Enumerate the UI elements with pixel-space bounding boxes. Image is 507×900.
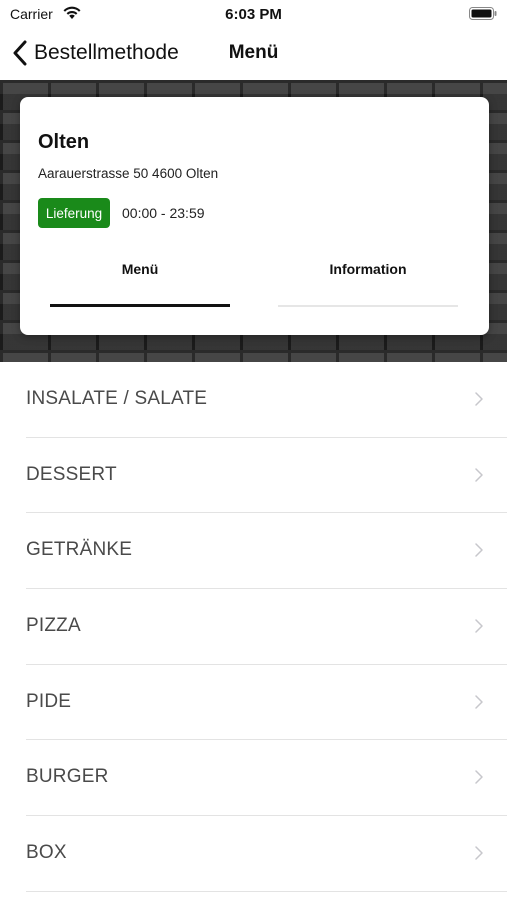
- tab-menu-label: Menü: [121, 261, 159, 277]
- navigation-bar: Bestellmethode Menü: [0, 28, 507, 80]
- chevron-right-icon: [475, 467, 483, 482]
- category-row-pizza[interactable]: PIZZA: [26, 589, 507, 665]
- category-row-salate[interactable]: INSALATE / SALATE: [26, 362, 507, 438]
- category-label: INSALATE / SALATE: [26, 388, 208, 409]
- tab-menu-indicator: [50, 304, 230, 307]
- status-bar: Carrier 6:03 PM: [0, 0, 507, 28]
- store-address: Aarauerstrasse 50 4600 Olten: [38, 166, 219, 181]
- category-label: BURGER: [26, 766, 109, 788]
- page-title: Menü: [228, 42, 279, 63]
- category-row-dessert[interactable]: DESSERT: [26, 438, 507, 514]
- category-row-burger[interactable]: BURGER: [26, 740, 507, 817]
- category-label: GETRÄNKE: [26, 539, 133, 561]
- tab-information-label: Information: [329, 261, 407, 277]
- status-time: 6:03 PM: [225, 6, 282, 23]
- category-row-box[interactable]: BOX: [26, 816, 507, 892]
- opening-hours: 00:00 - 23:59: [122, 205, 205, 221]
- battery-icon: [469, 7, 497, 20]
- category-list: INSALATE / SALATE DESSERT GETRÄNKE PIZZA…: [0, 362, 507, 892]
- chevron-right-icon: [475, 543, 483, 558]
- store-name: Olten: [38, 131, 90, 153]
- chevron-right-icon: [475, 619, 483, 633]
- category-row-getraenke[interactable]: GETRÄNKE: [26, 513, 507, 590]
- delivery-badge: Lieferung: [38, 198, 110, 228]
- chevron-right-icon: [475, 695, 483, 709]
- category-row-pide[interactable]: PIDE: [26, 665, 507, 741]
- category-label: PIDE: [26, 690, 72, 712]
- category-label: DESSERT: [26, 463, 117, 485]
- category-label: PIZZA: [26, 615, 81, 637]
- chevron-right-icon: [475, 846, 483, 860]
- tab-menu[interactable]: Menü: [50, 247, 230, 307]
- tab-information[interactable]: Information: [278, 247, 458, 307]
- tab-information-indicator: [278, 305, 458, 307]
- chevron-right-icon: [475, 770, 483, 785]
- category-label: BOX: [26, 842, 67, 864]
- store-info-card: Olten Aarauerstrasse 50 4600 Olten Liefe…: [20, 97, 489, 335]
- chevron-right-icon: [475, 392, 483, 406]
